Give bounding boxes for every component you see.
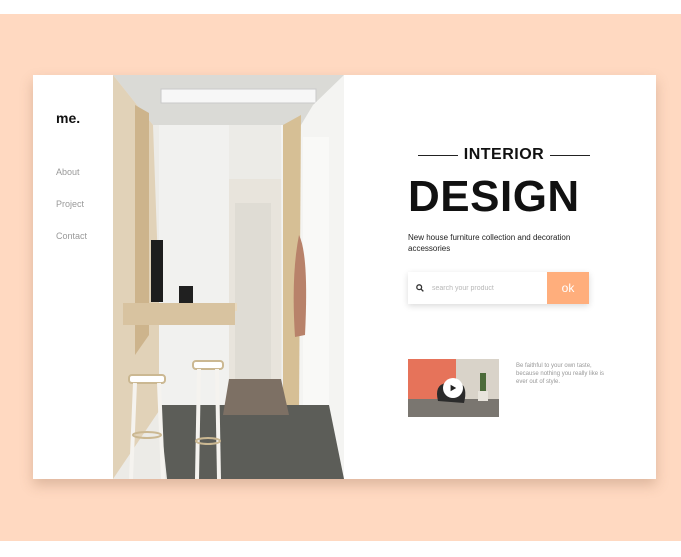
search-input[interactable] — [430, 283, 544, 293]
video-thumbnail[interactable] — [408, 359, 499, 417]
search-submit-button[interactable]: ok — [547, 272, 589, 304]
kicker-rule-right — [550, 154, 591, 156]
nav-item-contact[interactable]: Contact — [56, 231, 87, 241]
hero-kicker: INTERIOR — [418, 145, 591, 165]
play-button[interactable] — [443, 378, 463, 398]
search-field — [408, 272, 547, 304]
hero-interior-photo — [113, 75, 344, 479]
hero-kicker-text: INTERIOR — [463, 146, 545, 163]
video-caption: Be faithful to your own taste, because n… — [516, 363, 605, 385]
hero-headline: DESIGN — [408, 172, 580, 221]
search-icon — [416, 279, 430, 297]
logo[interactable]: me. — [56, 110, 80, 126]
hero-subtitle: New house furniture collection and decor… — [408, 233, 571, 253]
product-search: ok — [408, 272, 589, 304]
kicker-rule-left — [418, 154, 458, 156]
play-icon — [449, 379, 457, 397]
nav-item-project[interactable]: Project — [56, 199, 87, 209]
main-nav: About Project Contact — [56, 167, 87, 263]
landing-card: me. About Project Contact INTERIOR DESIG… — [33, 75, 656, 479]
nav-item-about[interactable]: About — [56, 167, 87, 177]
